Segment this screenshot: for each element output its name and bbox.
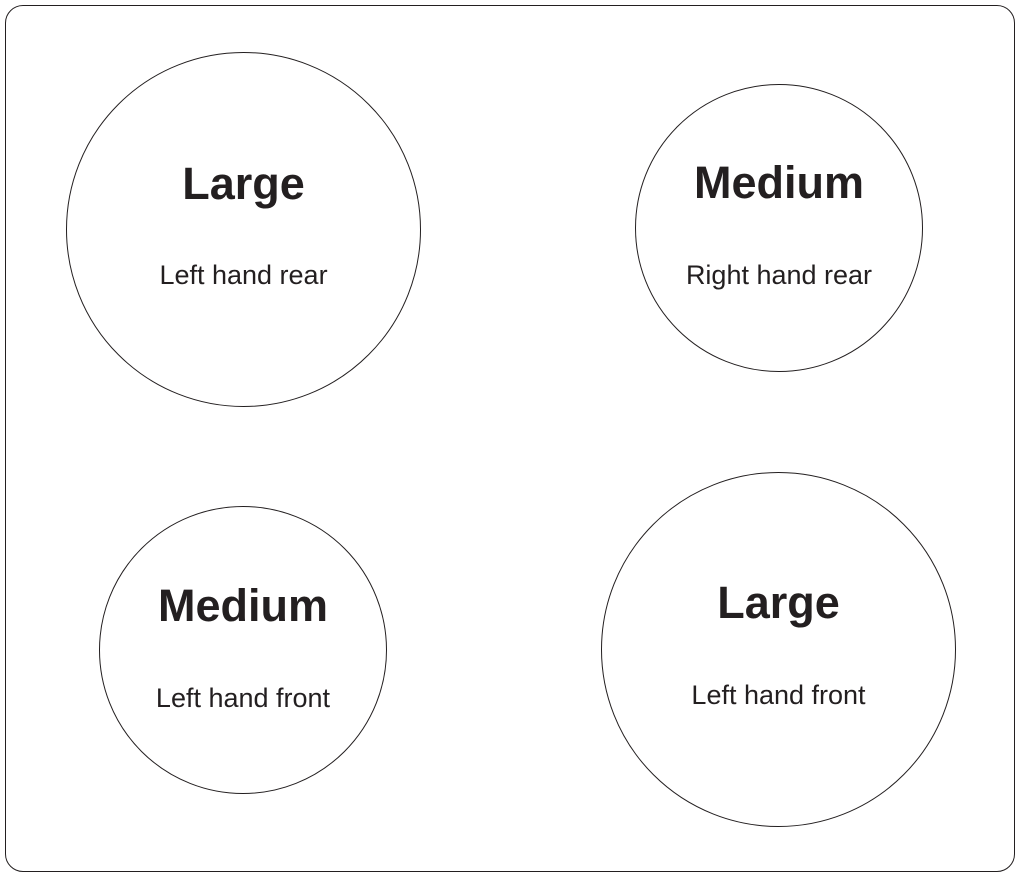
zone-right-hand-front: Large Left hand front	[601, 472, 956, 827]
zone-position-label: Left hand front	[691, 680, 866, 710]
zone-left-hand-rear: Large Left hand rear	[66, 52, 421, 407]
zone-size-label: Medium	[157, 580, 328, 631]
zone-left-hand-front: Medium Left hand front	[99, 506, 387, 794]
zone-position-label: Left hand front	[155, 683, 331, 713]
zone-position-label: Left hand rear	[159, 260, 328, 290]
zone-size-label: Large	[717, 577, 840, 628]
zone-right-hand-rear: Medium Right hand rear	[635, 84, 923, 372]
zone-position-label: Right hand rear	[685, 260, 873, 290]
zone-size-label: Medium	[693, 157, 864, 208]
zone-size-label: Large	[182, 158, 305, 209]
